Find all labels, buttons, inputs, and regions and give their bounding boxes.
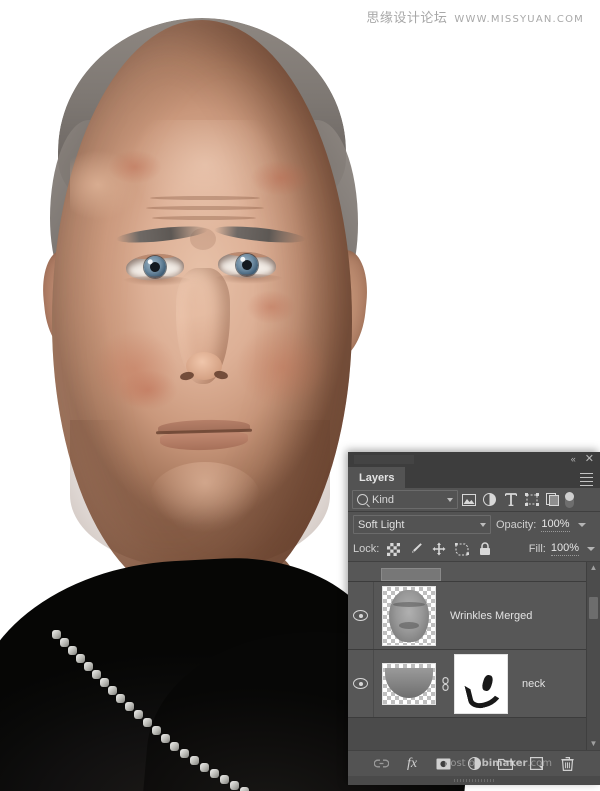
fill-slider-chevron-icon[interactable] xyxy=(587,547,595,551)
layer-thumbnail-content xyxy=(385,667,433,698)
layer-thumbnail[interactable] xyxy=(382,662,436,705)
eye-icon xyxy=(353,610,368,621)
panel-tab-bar: Layers xyxy=(348,467,600,488)
blend-mode-row: Soft Light Opacity: 100% xyxy=(348,512,600,537)
lock-transparent-pixels-icon[interactable] xyxy=(384,540,402,558)
watermark-url: WWW.MISSYUAN.COM xyxy=(454,14,584,25)
right-cheek xyxy=(236,326,328,408)
panel-menu-icon[interactable] xyxy=(580,473,593,489)
fill-label: Fill: xyxy=(528,543,546,555)
lock-row: Lock: Fill: 100% xyxy=(348,537,600,562)
panel-resize-grip[interactable] xyxy=(454,779,494,782)
fx-label: fx xyxy=(406,755,418,771)
opacity-value[interactable]: 100% xyxy=(541,518,570,532)
delete-layer-button[interactable] xyxy=(559,756,575,772)
layer-style-fx-button[interactable]: fx xyxy=(404,756,420,772)
filter-kind-select[interactable]: Kind xyxy=(352,490,458,509)
skin-blotch xyxy=(250,160,312,196)
fill-value[interactable]: 100% xyxy=(550,542,579,556)
smart-object-filter-icon[interactable] xyxy=(542,489,563,510)
layer-thumbnail-content xyxy=(389,589,429,642)
layer-visibility-toggle[interactable] xyxy=(348,582,374,649)
lock-label: Lock: xyxy=(353,543,380,555)
opacity-label: Opacity: xyxy=(496,518,537,531)
layer-thumbnail[interactable] xyxy=(382,585,436,646)
link-layers-button[interactable] xyxy=(373,756,389,772)
collapse-to-icons-icon[interactable]: « xyxy=(571,455,576,464)
tab-layers[interactable]: Layers xyxy=(348,467,406,488)
layer-row-wrinkles-merged[interactable]: Wrinkles Merged xyxy=(348,582,600,650)
forehead-wrinkle xyxy=(152,216,256,220)
scroll-down-icon[interactable]: ▼ xyxy=(590,738,598,750)
shape-layer-filter-icon[interactable] xyxy=(521,489,542,510)
layers-panel: « ✕ Layers Kind Soft Light Opacity: 100%… xyxy=(348,452,600,785)
blend-mode-value: Soft Light xyxy=(358,518,405,531)
lock-image-pixels-icon[interactable] xyxy=(407,540,425,558)
skin-blotch xyxy=(108,150,162,184)
layer-name[interactable]: Wrinkles Merged xyxy=(436,610,600,622)
forehead-wrinkle xyxy=(146,206,264,210)
watermark-forum-name: 思缘设计论坛 xyxy=(366,11,448,26)
panel-title-bar[interactable]: « ✕ xyxy=(348,452,600,467)
blend-mode-select[interactable]: Soft Light xyxy=(353,515,491,534)
filter-enable-toggle[interactable] xyxy=(565,491,574,508)
eye-icon xyxy=(353,678,368,689)
scrollbar-track[interactable] xyxy=(589,575,598,737)
lock-artboard-nesting-icon[interactable] xyxy=(453,540,471,558)
opacity-slider-chevron-icon[interactable] xyxy=(577,522,586,527)
skin-blotch xyxy=(118,370,178,410)
new-layer-button[interactable] xyxy=(528,756,544,772)
adjustment-layer-filter-icon[interactable] xyxy=(479,489,500,510)
scrollbar-thumb[interactable] xyxy=(589,597,598,619)
filter-kind-label: Kind xyxy=(372,493,395,506)
layer-list: Wrinkles Merged neck ▲ ▼ xyxy=(348,562,600,750)
silver-chain-necklace xyxy=(48,628,278,791)
search-icon xyxy=(357,494,368,505)
skin-blotch xyxy=(246,290,296,324)
screenshot-root: 思缘设计论坛 WWW.MISSYUAN.COM « ✕ Layers Kind xyxy=(0,0,600,791)
layer-thumbnail-partial xyxy=(381,568,441,581)
watermark-top: 思缘设计论坛 WWW.MISSYUAN.COM xyxy=(366,7,584,26)
type-layer-filter-icon[interactable] xyxy=(500,489,521,510)
jaw-shadow xyxy=(70,420,330,570)
layer-visibility-toggle[interactable] xyxy=(348,650,374,717)
layers-panel-toolbar: fx post of bimaker.com xyxy=(348,750,600,776)
chevron-down-icon xyxy=(480,522,486,527)
scroll-up-icon[interactable]: ▲ xyxy=(590,562,598,574)
layer-row-partial[interactable] xyxy=(348,562,600,582)
close-icon[interactable]: ✕ xyxy=(585,454,594,465)
lock-all-icon[interactable] xyxy=(476,540,494,558)
add-layer-mask-button[interactable] xyxy=(435,756,451,772)
chevron-down-icon xyxy=(447,497,453,502)
new-group-button[interactable] xyxy=(497,756,513,772)
panel-drag-grip[interactable] xyxy=(354,455,414,464)
new-adjustment-layer-button[interactable] xyxy=(466,756,482,772)
layer-mask-thumbnail[interactable] xyxy=(454,653,508,714)
layer-list-scrollbar[interactable]: ▲ ▼ xyxy=(586,562,600,750)
layer-filter-row: Kind xyxy=(348,488,600,512)
layer-row-neck[interactable]: neck xyxy=(348,650,600,718)
pixel-layer-filter-icon[interactable] xyxy=(458,489,479,510)
mask-link-icon[interactable] xyxy=(436,676,454,691)
lock-position-icon[interactable] xyxy=(430,540,448,558)
panel-resize-footer[interactable] xyxy=(348,776,600,785)
forehead-wrinkle xyxy=(150,196,260,200)
